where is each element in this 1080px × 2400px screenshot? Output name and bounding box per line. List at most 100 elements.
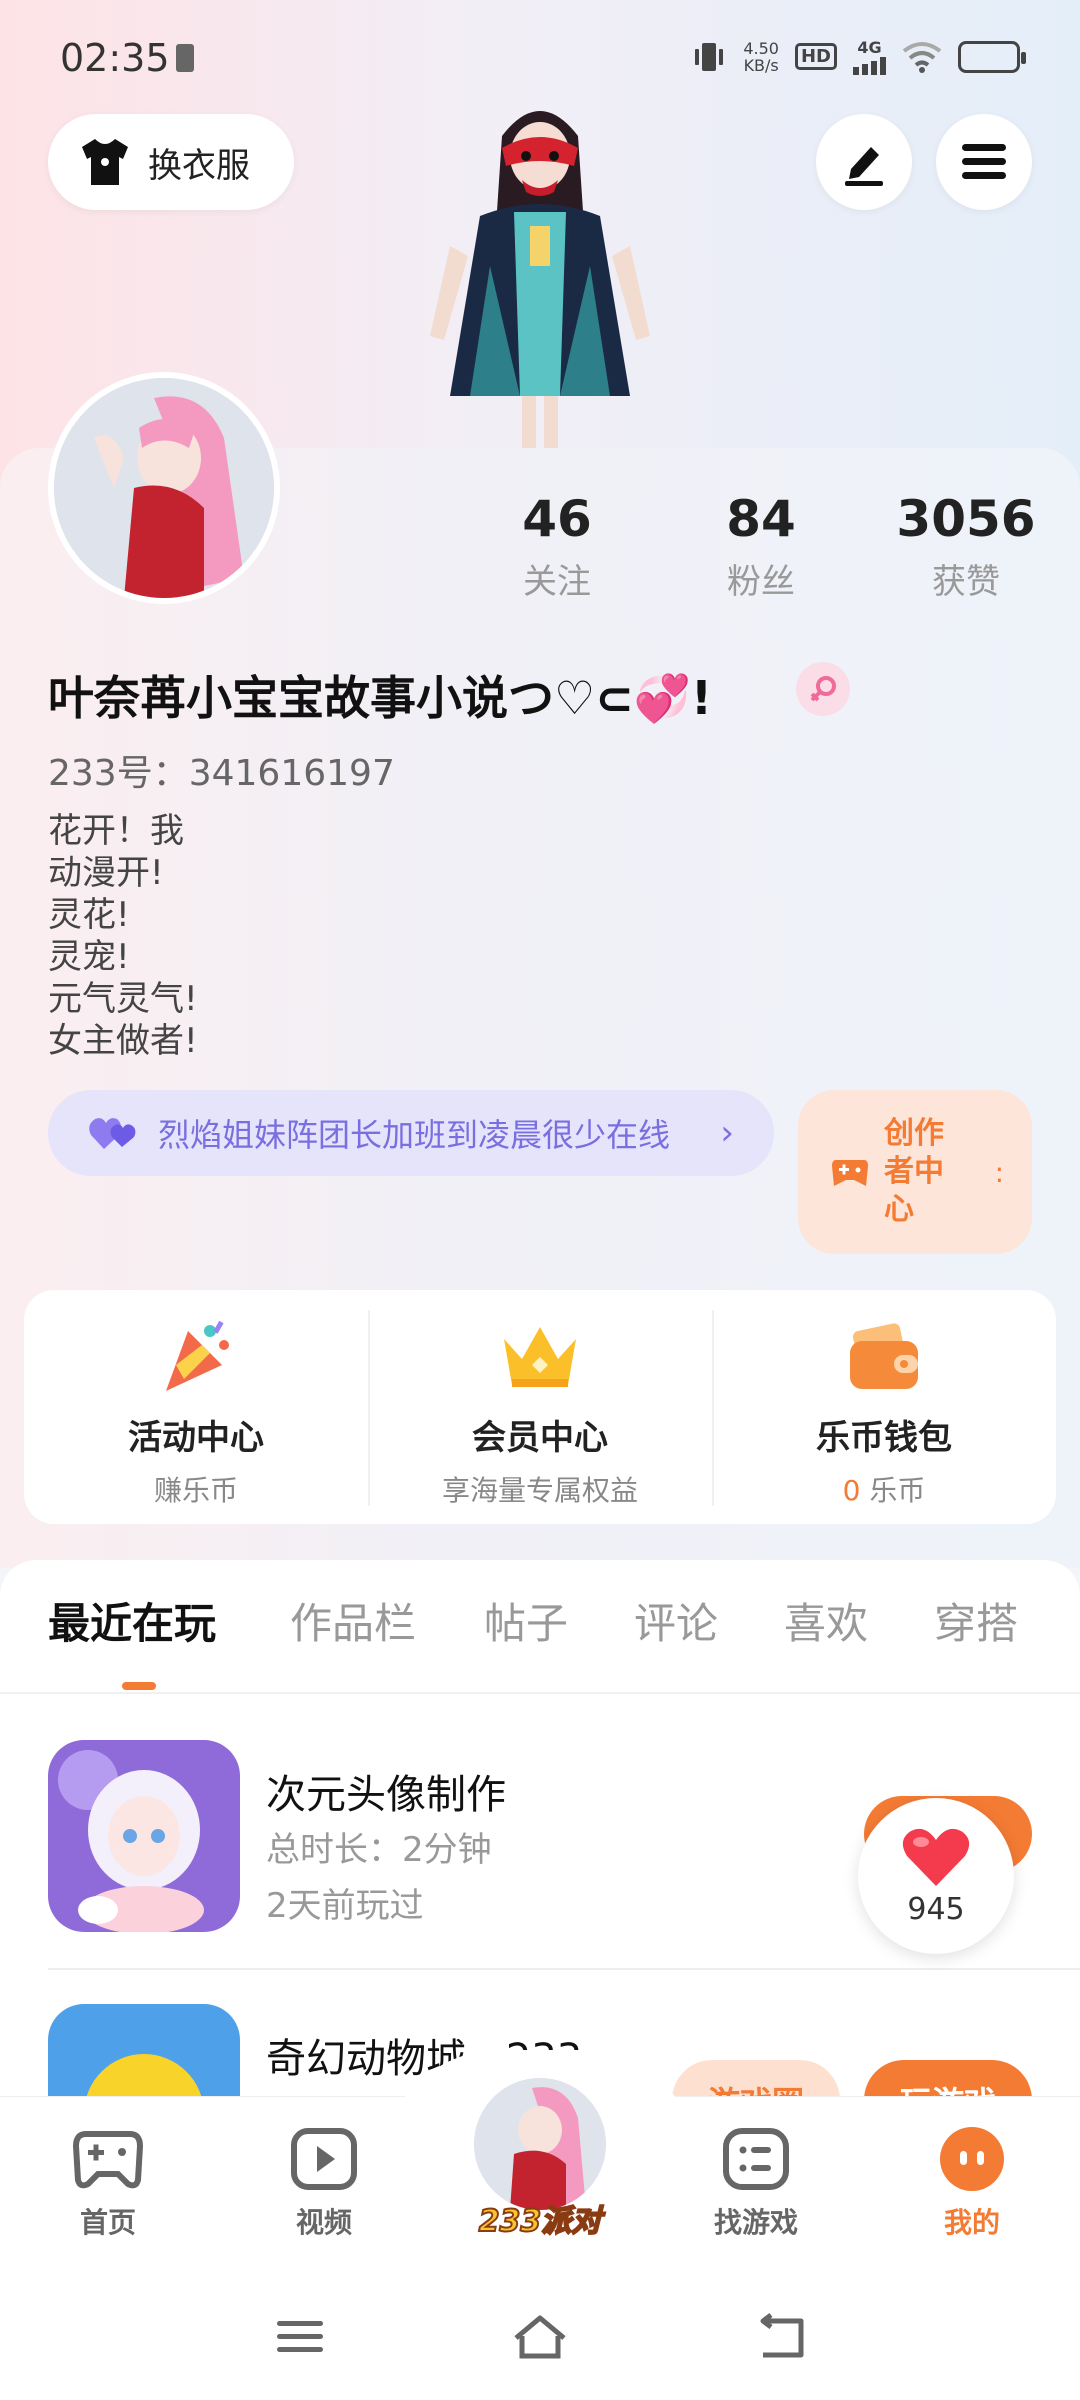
nav-home-label: 首页 bbox=[79, 2206, 136, 2239]
party-avatar[interactable] bbox=[470, 2074, 610, 2214]
tab-indicator bbox=[122, 1682, 156, 1690]
services-card: 活动中心 赚乐币 会员中心 享海量专属权益 乐币钱包 0 乐币 bbox=[24, 1290, 1056, 1524]
hamburger-menu-icon bbox=[962, 144, 1006, 179]
creator-center-label: 创作者中心 bbox=[884, 1116, 944, 1227]
wallet-sub: 0 乐币 bbox=[843, 1469, 926, 1509]
bio-line: 灵宠! bbox=[48, 937, 130, 977]
double-heart-icon bbox=[89, 1118, 136, 1149]
bio-line: 灵花! bbox=[48, 895, 130, 935]
like-count: 945 bbox=[907, 1891, 965, 1927]
net-speed-unit: KB/s bbox=[743, 55, 779, 75]
chevron-right-icon: › bbox=[720, 1113, 734, 1153]
net-speed-value: 4.50 bbox=[743, 38, 779, 58]
home-icon bbox=[514, 2315, 566, 2359]
stat-followers-label: 粉丝 bbox=[727, 562, 795, 602]
tab-works[interactable]: 作品栏 bbox=[290, 1590, 416, 1651]
nav-find-games-label: 找游戏 bbox=[713, 2206, 798, 2239]
vip-center[interactable]: 会员中心 享海量专属权益 bbox=[368, 1290, 712, 1524]
profile-bio: 花开！我 动漫开! 灵花! 灵宠! 元气灵气! 女主做者! bbox=[48, 810, 198, 1062]
wallet-title: 乐币钱包 bbox=[816, 1418, 952, 1458]
nav-find-games[interactable]: 找游戏 bbox=[686, 2123, 826, 2241]
wallet-unit: 乐币 bbox=[869, 1474, 926, 1507]
nav-video[interactable]: 视频 bbox=[254, 2123, 394, 2241]
hd-badge: HD bbox=[794, 43, 837, 70]
network-type: 4G bbox=[857, 38, 882, 57]
tab-comments[interactable]: 评论 bbox=[634, 1590, 718, 1651]
play-icon bbox=[291, 2128, 357, 2190]
shirt-icon bbox=[82, 139, 128, 185]
net-speed: 4.50 KB/s bbox=[743, 40, 779, 74]
stat-followers[interactable]: 84 粉丝 bbox=[661, 490, 861, 603]
vibrate-icon bbox=[695, 42, 724, 71]
nav-me-label: 我的 bbox=[943, 2206, 1000, 2239]
avatar-image bbox=[54, 378, 274, 598]
stat-following-value: 46 bbox=[522, 490, 592, 548]
nav-video-label: 视频 bbox=[295, 2206, 352, 2239]
tab-outfits[interactable]: 穿搭 bbox=[934, 1590, 1018, 1651]
crown-icon bbox=[504, 1327, 576, 1387]
stat-likes-value: 3056 bbox=[896, 490, 1036, 548]
bio-line: 元气灵气! bbox=[48, 979, 198, 1019]
bio-line: 花开！我 bbox=[48, 811, 184, 851]
edit-profile-button[interactable] bbox=[816, 114, 912, 210]
user-id: 233号：341616197 bbox=[48, 753, 395, 794]
tab-posts[interactable]: 帖子 bbox=[484, 1590, 568, 1651]
change-outfit-button[interactable]: 换衣服 bbox=[48, 114, 294, 210]
list-icon bbox=[723, 2128, 789, 2190]
status-time: 02:35 bbox=[60, 36, 170, 80]
party-popper-icon bbox=[166, 1320, 229, 1391]
group-label: 烈焰姐妹阵团长加班到凌晨很少在线 bbox=[158, 1116, 671, 1154]
wallet-balance: 0 bbox=[842, 1474, 861, 1507]
tab-likes[interactable]: 喜欢 bbox=[784, 1590, 868, 1651]
nav-home[interactable]: 首页 bbox=[38, 2123, 178, 2241]
vip-center-sub: 享海量专属权益 bbox=[441, 1474, 638, 1507]
game-last-played: 2天前玩过 bbox=[266, 1886, 424, 1926]
vip-center-title: 会员中心 bbox=[472, 1418, 608, 1458]
stat-following[interactable]: 46 关注 bbox=[457, 490, 657, 603]
game-title: 次元头像制作 bbox=[266, 1772, 506, 1818]
recent-apps-button[interactable] bbox=[260, 2302, 340, 2372]
female-gender-icon bbox=[796, 662, 850, 716]
storage-icon bbox=[176, 44, 194, 72]
stat-followers-value: 84 bbox=[726, 490, 796, 548]
back-icon bbox=[760, 2313, 804, 2358]
game-thumbnail bbox=[48, 1740, 240, 1932]
activity-center[interactable]: 活动中心 赚乐币 bbox=[24, 1290, 368, 1524]
profile-avatar[interactable] bbox=[48, 372, 280, 604]
bio-line: 女主做者! bbox=[48, 1021, 198, 1061]
home-button[interactable] bbox=[500, 2302, 580, 2372]
activity-center-title: 活动中心 bbox=[128, 1418, 264, 1458]
tabs-divider bbox=[0, 1692, 1080, 1694]
back-button[interactable] bbox=[740, 2302, 820, 2372]
creator-center-button[interactable]: 创作者中心 : bbox=[798, 1090, 1032, 1254]
battery-icon bbox=[958, 40, 1026, 73]
group-link[interactable]: 烈焰姐妹阵团长加班到凌晨很少在线 › bbox=[48, 1090, 774, 1176]
stat-following-label: 关注 bbox=[523, 562, 591, 602]
activity-center-sub: 赚乐币 bbox=[153, 1474, 238, 1507]
bio-line: 动漫开! bbox=[48, 853, 164, 893]
gamepad-icon bbox=[832, 1160, 868, 1186]
nav-me[interactable]: 我的 bbox=[902, 2123, 1042, 2241]
wallet[interactable]: 乐币钱包 0 乐币 bbox=[712, 1290, 1056, 1524]
pen-icon bbox=[845, 147, 883, 186]
tab-recently-played[interactable]: 最近在玩 bbox=[48, 1590, 216, 1651]
heart-icon bbox=[902, 1828, 970, 1886]
signal-icon bbox=[853, 57, 886, 75]
content-tabs: 最近在玩 作品栏 帖子 评论 喜欢 穿搭 bbox=[0, 1590, 1080, 1670]
creator-extra: : bbox=[994, 1155, 1004, 1189]
stat-likes-label: 获赞 bbox=[932, 562, 1000, 602]
system-nav-bar bbox=[0, 2276, 1080, 2400]
change-outfit-label: 换衣服 bbox=[148, 145, 250, 186]
row-divider bbox=[48, 1968, 1080, 1970]
floating-like-button[interactable]: 945 bbox=[858, 1798, 1014, 1954]
stat-likes[interactable]: 3056 获赞 bbox=[866, 490, 1066, 603]
wifi-icon bbox=[902, 41, 942, 73]
gamepad-icon bbox=[72, 2131, 144, 2189]
avatar-character[interactable] bbox=[410, 96, 670, 448]
party-label[interactable]: 233派对 bbox=[466, 2196, 614, 2240]
recent-apps-icon bbox=[277, 2321, 323, 2352]
wallet-icon bbox=[850, 1323, 918, 1389]
menu-button[interactable] bbox=[936, 114, 1032, 210]
face-icon bbox=[940, 2127, 1004, 2191]
game-duration: 总时长：2分钟 bbox=[266, 1830, 492, 1870]
